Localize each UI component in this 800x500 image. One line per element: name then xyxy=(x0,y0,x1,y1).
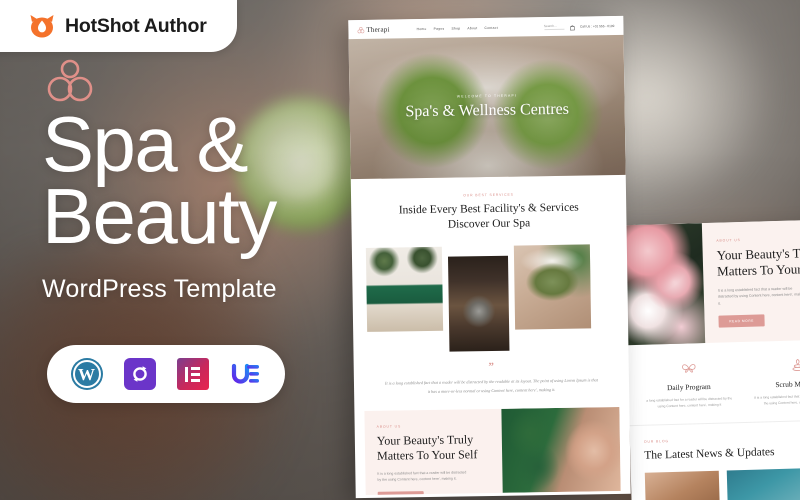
service-body: a long established fact for a reader wil… xyxy=(646,396,733,409)
secondary-blog-heading: The Latest News & Updates xyxy=(644,445,775,462)
author-name-label: HotShot Author xyxy=(65,14,207,37)
woman-monstera-leaf-photo xyxy=(501,407,621,494)
wordpress-icon[interactable]: W xyxy=(70,358,103,390)
feature-eyebrow: About Us xyxy=(376,424,402,430)
elementor-bar-group xyxy=(190,366,200,382)
hero-banner: Welcome To Therapi Spa's & Wellness Cent… xyxy=(348,34,626,180)
plugin-icon-row: W xyxy=(47,345,285,403)
secondary-feature-eyebrow: About Us xyxy=(716,238,741,243)
butterfly-icon xyxy=(642,358,735,379)
feature-heading: Your Beauty's Truly Matters To Your Self xyxy=(376,432,478,464)
elementor-bar-vertical xyxy=(185,366,189,382)
folded-green-towels-photo[interactable] xyxy=(365,246,444,332)
primary-website-mockup[interactable]: Therapi Home Pages Shop About Contact Se… xyxy=(348,15,631,499)
sauna-interior-photo[interactable] xyxy=(447,255,510,352)
contact-phone[interactable]: Call Us : +01 555 - 0199 xyxy=(580,24,615,29)
quote-mark-icon: ” xyxy=(488,360,495,373)
mockup-nav-links: Home Pages Shop About Contact xyxy=(417,25,498,30)
intro-heading: Inside Every Best Facility's & Services … xyxy=(398,201,579,231)
hotshot-cat-flame-icon xyxy=(28,13,56,39)
page-title: Spa & Beauty xyxy=(42,105,342,260)
secondary-feature-section: About Us Your Beauty's Truly Matters To … xyxy=(623,218,800,346)
woman-floating-pool-photo[interactable] xyxy=(726,468,800,500)
intro-section: Our Best Services Inside Every Best Faci… xyxy=(351,175,627,234)
read-more-button[interactable]: Read More xyxy=(377,490,424,496)
pink-flowers-photo xyxy=(623,223,706,346)
wordpress-letter: W xyxy=(78,364,95,384)
secondary-feature-heading: Your Beauty's Truly Matters To Your Self xyxy=(716,244,800,280)
quote-text: It is a long established fact that a rea… xyxy=(384,377,598,394)
feature-body: It is a long established fact that a rea… xyxy=(377,469,467,482)
site-logo[interactable]: Therapi xyxy=(357,20,390,39)
nav-link-about[interactable]: About xyxy=(467,26,477,30)
elementor-icon[interactable] xyxy=(176,358,209,390)
search-input[interactable]: Search... xyxy=(543,23,564,30)
slider-revolution-icon[interactable] xyxy=(123,358,156,390)
title-line-2: Beauty xyxy=(42,171,277,260)
secondary-website-mockup[interactable]: About Us Your Beauty's Truly Matters To … xyxy=(623,218,800,500)
author-badge[interactable]: HotShot Author xyxy=(0,0,237,52)
page-subtitle: WordPress Template xyxy=(42,274,277,303)
service-title: Scrub Massage xyxy=(775,378,800,390)
hero-heading: Spa's & Wellness Centres xyxy=(405,100,570,121)
feature-text: About Us Your Beauty's Truly Matters To … xyxy=(364,409,502,496)
nav-link-pages[interactable]: Pages xyxy=(434,26,445,30)
nav-link-contact[interactable]: Contact xyxy=(484,25,498,29)
wordpress-ring: W xyxy=(72,360,101,388)
green-face-mask-photo[interactable] xyxy=(513,244,592,330)
secondary-services-row: Daily Program a long established fact fo… xyxy=(627,338,800,426)
hero-eyebrow: Welcome To Therapi xyxy=(456,93,518,99)
mockup-nav-right: Search... Call Us : +01 555 - 0199 xyxy=(543,17,615,36)
feature-section: About Us Your Beauty's Truly Matters To … xyxy=(364,407,621,496)
service-body: It is a long established fact that a rea… xyxy=(754,393,800,406)
elementor-bar-h1 xyxy=(190,366,200,370)
elementor-bar-h2 xyxy=(190,372,200,376)
nav-link-home[interactable]: Home xyxy=(417,26,427,30)
spa-ornament-icon xyxy=(357,20,365,38)
secondary-blog-thumbs xyxy=(644,467,800,500)
testimonial-section: ” It is a long established fact that a r… xyxy=(353,349,629,398)
shopping-bag-icon[interactable] xyxy=(569,17,575,35)
gallery-row xyxy=(352,230,629,353)
hero-content: Welcome To Therapi Spa's & Wellness Cent… xyxy=(349,35,626,179)
intro-eyebrow: Our Best Services xyxy=(463,192,514,198)
nav-link-shop[interactable]: Shop xyxy=(451,26,460,30)
secondary-read-more-button[interactable]: Read More xyxy=(718,314,765,328)
secondary-blog-section: Our Blog The Latest News & Updates xyxy=(629,419,800,500)
site-logo-text: Therapi xyxy=(366,25,390,34)
secondary-feature-text: About Us Your Beauty's Truly Matters To … xyxy=(702,219,800,343)
service-card-scrub-massage[interactable]: Scrub Massage It is a long established f… xyxy=(743,355,800,408)
service-title: Daily Program xyxy=(666,381,711,393)
service-card-daily-program[interactable]: Daily Program a long established fact fo… xyxy=(634,358,744,411)
banner-text-block: Spa & Beauty WordPress Template xyxy=(42,58,342,304)
spa-stone-icon xyxy=(751,355,800,376)
elementor-bars xyxy=(185,366,200,382)
woman-relaxing-spa-photo[interactable] xyxy=(644,470,721,500)
unlimited-elements-icon[interactable] xyxy=(230,358,262,390)
elementor-bar-h3 xyxy=(190,378,200,382)
secondary-feature-body: It is a long established fact that a rea… xyxy=(717,286,800,306)
secondary-blog-eyebrow: Our Blog xyxy=(643,438,670,444)
